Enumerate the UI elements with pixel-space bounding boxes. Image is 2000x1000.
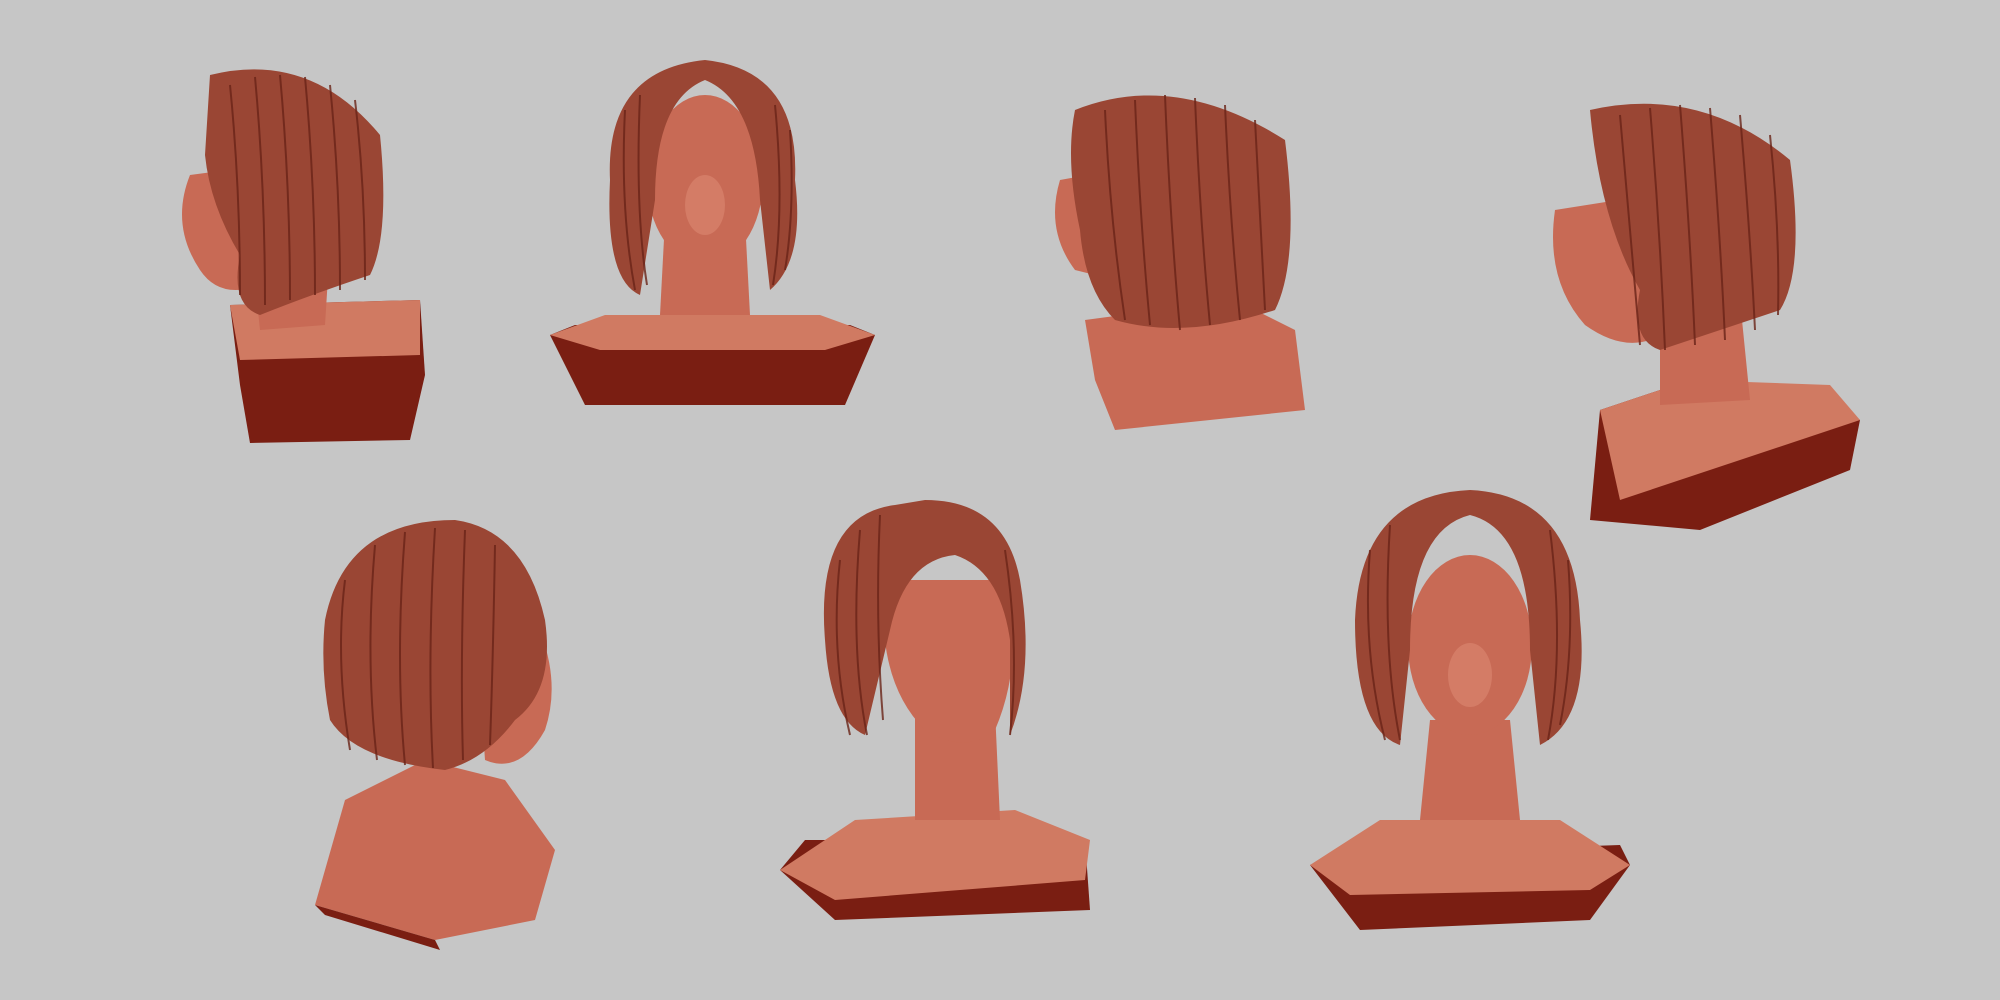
front-bust — [550, 60, 875, 405]
right-profile-bust — [315, 520, 555, 950]
right-three-quarter-bust — [780, 500, 1090, 920]
front-low-angle-bust — [1310, 490, 1630, 930]
left-profile-bust — [182, 69, 425, 443]
left-three-quarter-back-bust — [1055, 94, 1305, 430]
render-canvas — [0, 0, 2000, 1000]
